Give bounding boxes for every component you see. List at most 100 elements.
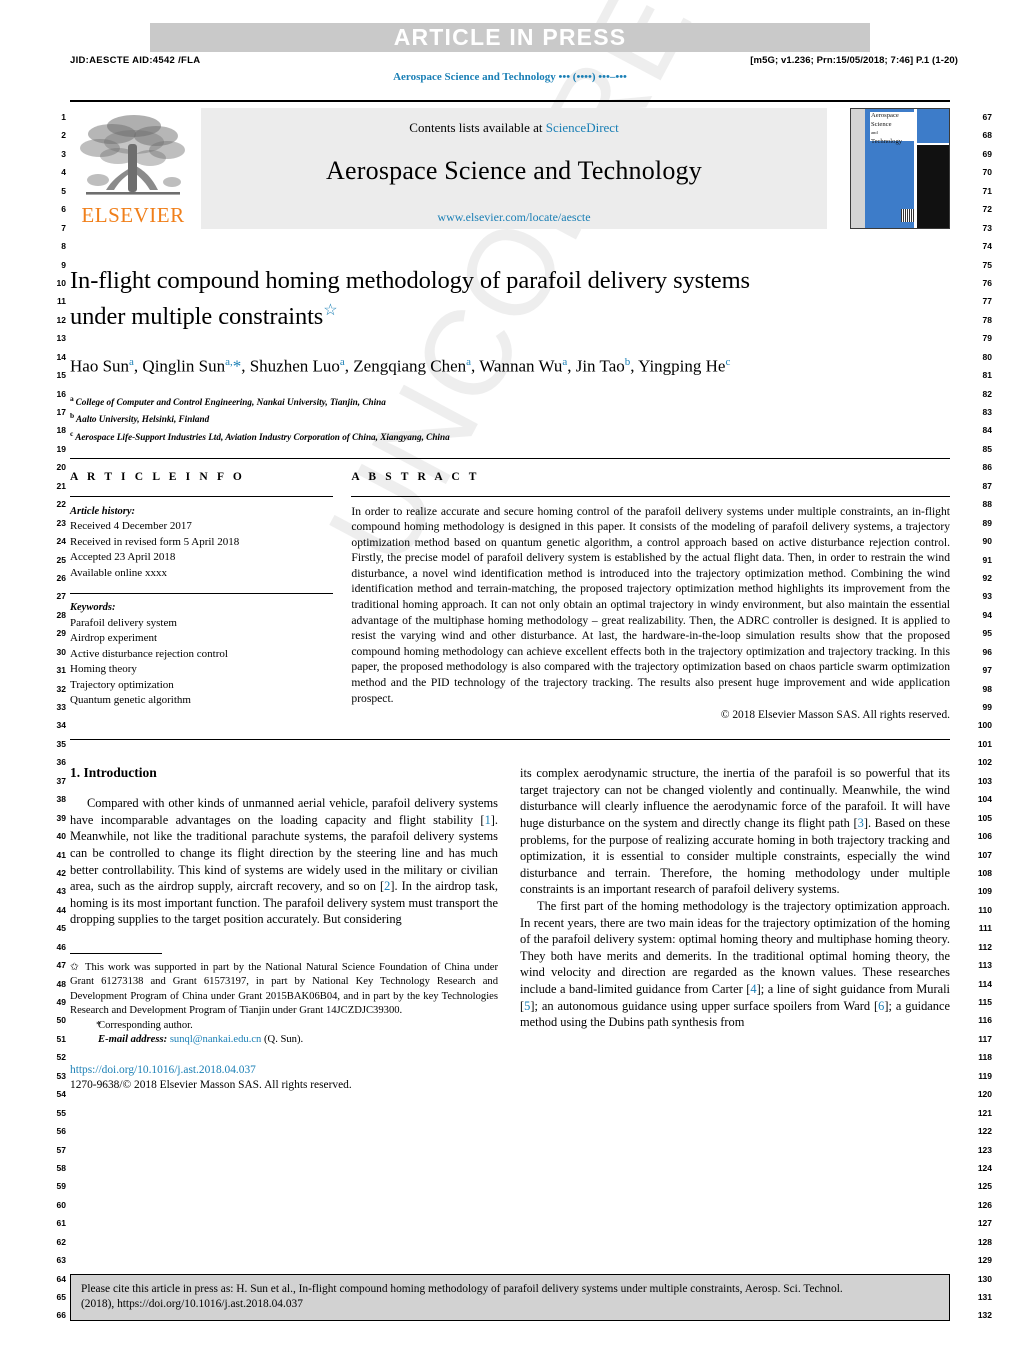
line-number: 95 bbox=[982, 628, 992, 639]
line-number: 122 bbox=[977, 1126, 992, 1137]
line-number: 69 bbox=[982, 148, 992, 159]
line-number: 86 bbox=[982, 462, 992, 473]
author-affiliation-mark: c bbox=[725, 356, 731, 369]
divider-above-info bbox=[70, 457, 950, 459]
keyword-lines: Parafoil delivery system Airdrop experime… bbox=[70, 616, 333, 709]
title-footnote-star[interactable]: ☆ bbox=[323, 302, 337, 319]
footnote-corresponding-mark: * bbox=[96, 1019, 102, 1031]
author-name: Wannan Wu bbox=[479, 356, 563, 376]
line-numbers-left: 1 2 3 4 5 6 7 8 9 10 11 12 13 14 15 16 17 18 19 20 21 22 23 24 2… bbox=[36, 108, 66, 1325]
cover-title-l2: Science bbox=[871, 120, 892, 128]
line-number: 29 bbox=[56, 628, 66, 639]
line-number: 103 bbox=[977, 775, 992, 786]
doi-link[interactable]: https://doi.org/10.1016/j.ast.2018.04.03… bbox=[70, 1063, 520, 1078]
line-number: 110 bbox=[978, 904, 992, 915]
line-number: 59 bbox=[56, 1181, 66, 1192]
line-number: 17 bbox=[56, 407, 66, 417]
line-number: 51 bbox=[56, 1033, 66, 1044]
article-history-label: Article history: bbox=[70, 505, 136, 517]
line-number: 62 bbox=[56, 1236, 66, 1247]
email-address-link[interactable]: sunql@nankai.edu.cn bbox=[170, 1034, 262, 1045]
article-info-heading: A R T I C L E I N F O bbox=[70, 470, 245, 483]
line-number: 35 bbox=[56, 738, 66, 749]
cover-spine bbox=[851, 109, 865, 228]
line-number: 89 bbox=[982, 517, 992, 528]
journal-masthead: ELSEVIER Contents lists available at Sci… bbox=[70, 100, 950, 232]
line-numbers-right: 67 68 69 70 71 72 73 74 75 76 77 78 79 80 81 82 83 84 85 86… bbox=[962, 108, 992, 1325]
line-number: 54 bbox=[56, 1089, 66, 1100]
line-number: 34 bbox=[56, 720, 66, 731]
issn-copyright-line: 1270-9638/© 2018 Elsevier Masson SAS. Al… bbox=[70, 1079, 352, 1092]
line-number: 80 bbox=[982, 351, 992, 362]
line-number: 93 bbox=[982, 591, 992, 602]
article-content: ELSEVIER Contents lists available at Sci… bbox=[70, 100, 950, 1093]
line-number: 92 bbox=[982, 572, 992, 583]
cover-title-l1: Aerospace bbox=[871, 112, 899, 119]
line-number: 52 bbox=[56, 1052, 66, 1063]
keyword-item: Trajectory optimization bbox=[70, 678, 174, 691]
line-number: 75 bbox=[982, 259, 992, 270]
line-number: 66 bbox=[56, 1310, 66, 1321]
line-number: 117 bbox=[978, 1033, 992, 1044]
line-number: 22 bbox=[56, 499, 66, 510]
line-number: 49 bbox=[56, 997, 66, 1007]
line-number: 71 bbox=[982, 185, 992, 196]
line-number: 130 bbox=[977, 1273, 992, 1284]
cover-title-and: and bbox=[871, 130, 878, 135]
title-line-2: under multiple constraints bbox=[70, 303, 324, 331]
corresponding-author-star[interactable]: * bbox=[233, 357, 242, 376]
line-number: 45 bbox=[56, 923, 66, 934]
elsevier-wordmark: ELSEVIER bbox=[81, 203, 185, 227]
cover-title-l3: Technology bbox=[871, 137, 903, 145]
body-columns: 1. Introduction Compared with other kind… bbox=[70, 765, 950, 1093]
author-name: Zengqiang Chen bbox=[353, 356, 467, 376]
line-number: 77 bbox=[982, 296, 992, 307]
contents-prefix: Contents lists available at bbox=[409, 120, 546, 135]
line-number: 14 bbox=[56, 351, 66, 362]
line-number: 7 bbox=[61, 222, 66, 233]
line-number: 23 bbox=[56, 517, 66, 528]
line-number: 128 bbox=[977, 1236, 992, 1247]
line-number: 68 bbox=[982, 130, 992, 141]
divider-abstract bbox=[351, 495, 950, 497]
masthead-center-panel: Contents lists available at ScienceDirec… bbox=[201, 108, 827, 229]
sciencedirect-link[interactable]: ScienceDirect bbox=[546, 120, 619, 135]
line-number: 123 bbox=[977, 1144, 992, 1155]
article-info-column: A R T I C L E I N F O Article history: R… bbox=[70, 471, 351, 722]
cover-black-panel bbox=[917, 145, 949, 228]
line-number: 98 bbox=[982, 683, 992, 694]
line-number: 2 bbox=[61, 130, 66, 141]
line-number: 113 bbox=[978, 960, 992, 971]
line-number: 26 bbox=[56, 572, 66, 583]
intro-left-a: Compared with other kinds of unmanned ae… bbox=[70, 796, 498, 827]
footnote-email: E-mail address: sunql@nankai.edu.cn (Q. … bbox=[70, 1033, 520, 1047]
line-number: 41 bbox=[56, 849, 66, 860]
journal-url-link[interactable]: www.elsevier.com/locate/aescte bbox=[201, 210, 827, 225]
footnote-funding: ✩ This work was supported in part by the … bbox=[70, 961, 520, 1019]
line-number: 85 bbox=[982, 443, 992, 454]
line-number: 88 bbox=[982, 499, 992, 510]
affiliation-list: a College of Computer and Control Engine… bbox=[70, 392, 950, 445]
line-number: 11 bbox=[57, 296, 66, 307]
author-name: Qinglin Sun bbox=[142, 356, 226, 376]
line-number: 21 bbox=[56, 480, 66, 491]
line-number: 32 bbox=[56, 683, 66, 694]
divider-info-2 bbox=[70, 593, 334, 594]
line-number: 115 bbox=[978, 997, 992, 1007]
line-number: 56 bbox=[56, 1126, 66, 1137]
line-number: 33 bbox=[56, 702, 66, 712]
line-number: 30 bbox=[56, 646, 66, 657]
intro-right-2c: ]; an autonomous guidance using upper su… bbox=[530, 998, 879, 1013]
line-number: 47 bbox=[56, 960, 66, 971]
affiliation-text: Aerospace Life-Support Industries Ltd, A… bbox=[75, 432, 450, 442]
line-number: 16 bbox=[56, 388, 66, 399]
line-number: 24 bbox=[56, 536, 66, 547]
line-number: 44 bbox=[56, 904, 66, 915]
author-affiliation-mark: a bbox=[562, 356, 568, 369]
line-number: 91 bbox=[982, 554, 992, 565]
article-history-item: Accepted 23 April 2018 bbox=[70, 551, 176, 563]
author-affiliation-mark: a bbox=[466, 356, 472, 369]
line-number: 76 bbox=[982, 277, 992, 288]
keyword-item: Airdrop experiment bbox=[70, 632, 158, 644]
affiliation-text: College of Computer and Control Engineer… bbox=[75, 396, 386, 407]
